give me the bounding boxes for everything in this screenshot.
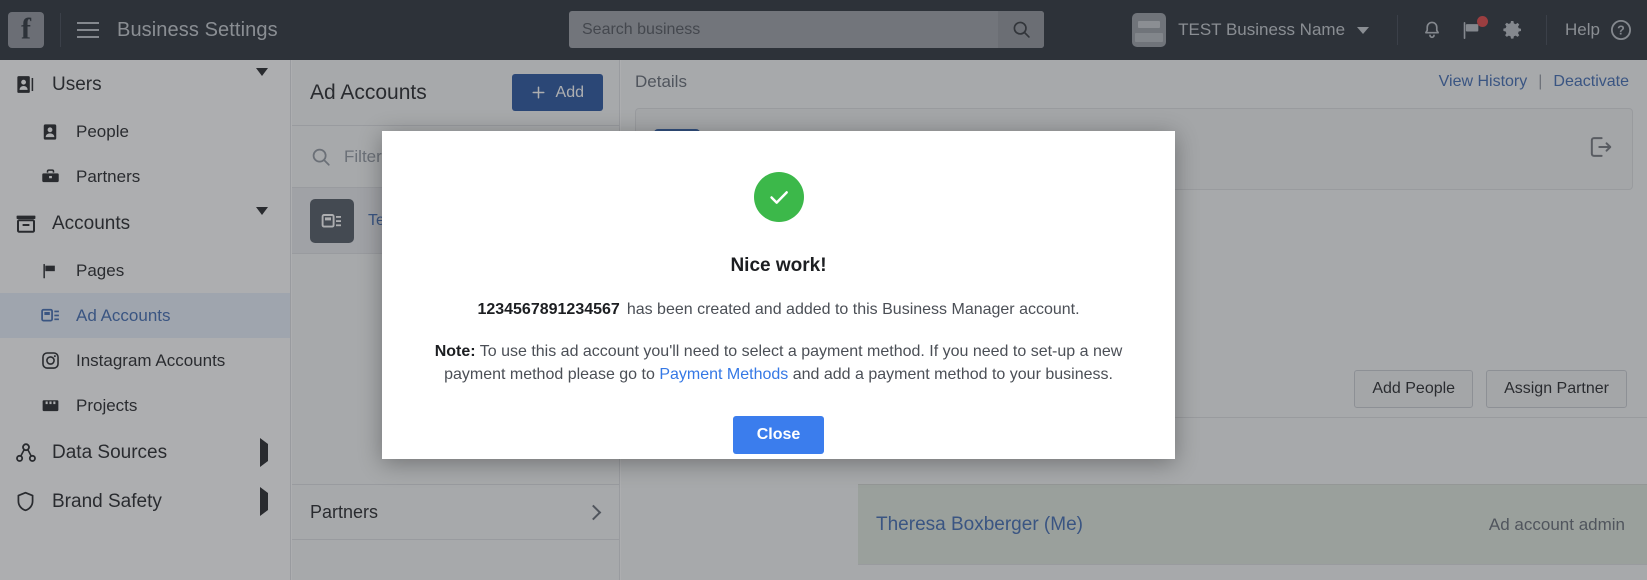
- modal-account-id: 1234567891234567: [477, 301, 620, 318]
- modal-title: Nice work!: [730, 255, 827, 276]
- modal-created-text: has been created and added to this Busin…: [626, 301, 1080, 318]
- close-button[interactable]: Close: [732, 416, 825, 455]
- app-root: Business Settings TEST Business Name: [0, 0, 1647, 580]
- modal-note-text-2: and add a payment method to your busines…: [792, 365, 1113, 383]
- modal-note-label: Note:: [434, 343, 476, 360]
- modal-created-line: 1234567891234567 has been created and add…: [477, 301, 1079, 319]
- green-check-circle-icon: [753, 172, 804, 222]
- modal-note: Note: To use this ad account you'll need…: [411, 341, 1146, 386]
- success-modal: Nice work! 1234567891234567 has been crea…: [382, 131, 1175, 459]
- payment-methods-link[interactable]: Payment Methods: [659, 366, 788, 383]
